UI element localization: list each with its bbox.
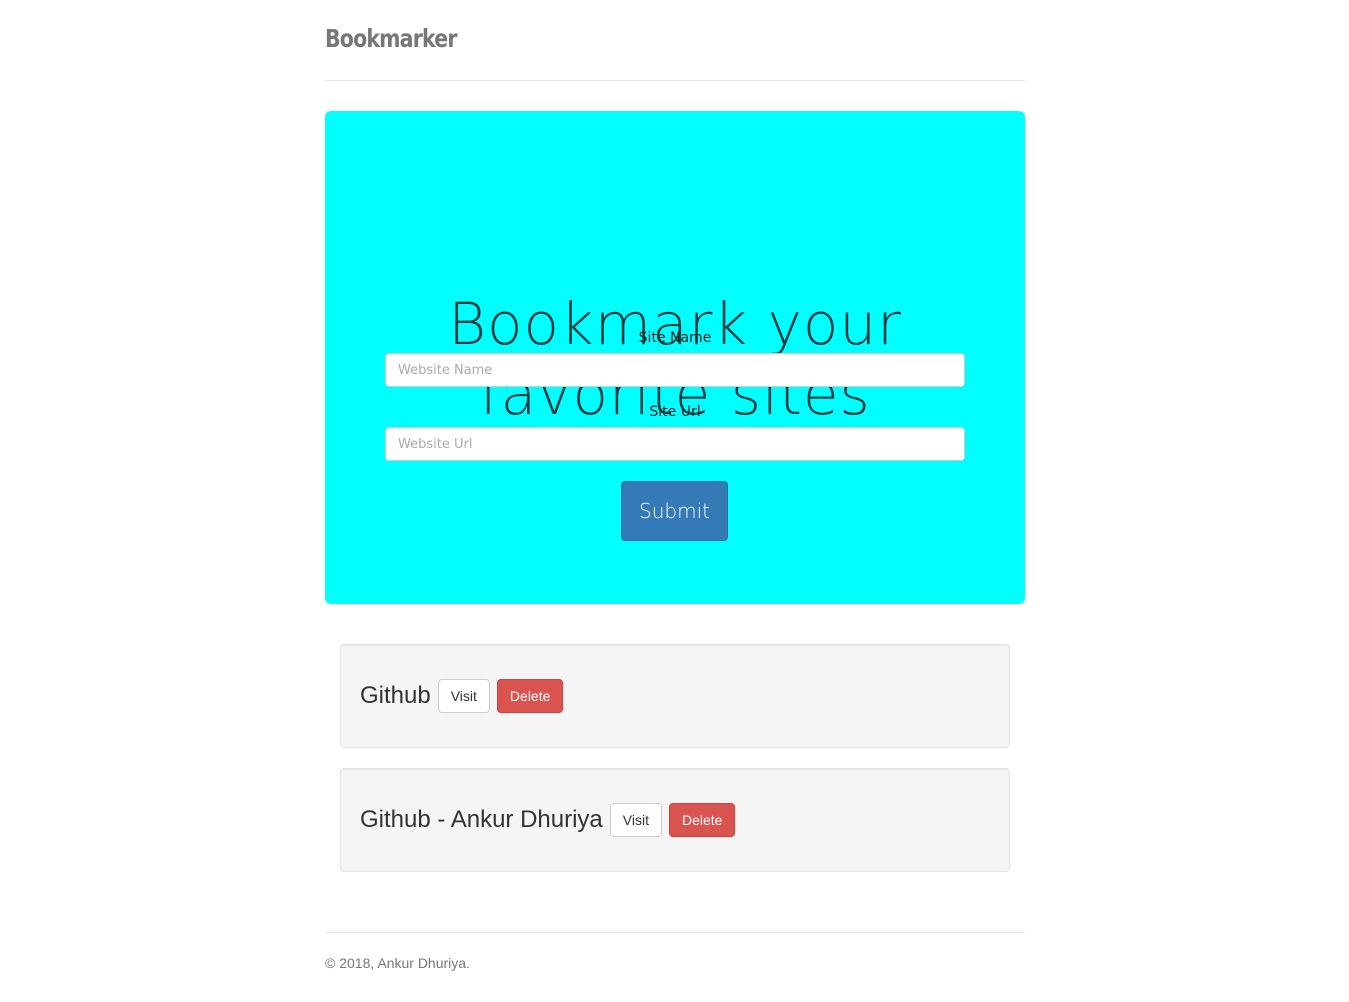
delete-button[interactable]: Delete bbox=[496, 679, 564, 713]
header: Bookmarker bbox=[325, 0, 1025, 81]
bookmark-item: Github - Ankur Dhuriya Visit Delete bbox=[340, 768, 1010, 872]
copyright-text: © 2018, Ankur Dhuriya. bbox=[325, 955, 470, 971]
page-container: Bookmarker Bookmark your favorite sites … bbox=[325, 0, 1025, 971]
footer: © 2018, Ankur Dhuriya. bbox=[325, 932, 1025, 971]
bookmark-name: Github bbox=[360, 682, 431, 709]
site-name-input[interactable] bbox=[385, 353, 965, 387]
site-name-label: Site Name bbox=[638, 330, 712, 346]
bookmark-item: Github Visit Delete bbox=[340, 644, 1010, 748]
submit-button[interactable]: Submit bbox=[621, 481, 728, 541]
hero-title-line-1: Bookmark your bbox=[448, 290, 902, 358]
bookmark-name: Github - Ankur Dhuriya bbox=[360, 806, 603, 833]
delete-button[interactable]: Delete bbox=[668, 803, 736, 837]
site-url-input[interactable] bbox=[385, 427, 965, 461]
visit-button[interactable]: Visit bbox=[437, 679, 490, 713]
visit-button[interactable]: Visit bbox=[609, 803, 662, 837]
add-bookmark-panel: Bookmark your favorite sites Site Name S… bbox=[325, 111, 1025, 604]
brand-logo[interactable]: Bookmarker bbox=[325, 24, 457, 53]
site-url-label: Site Url bbox=[649, 404, 701, 420]
